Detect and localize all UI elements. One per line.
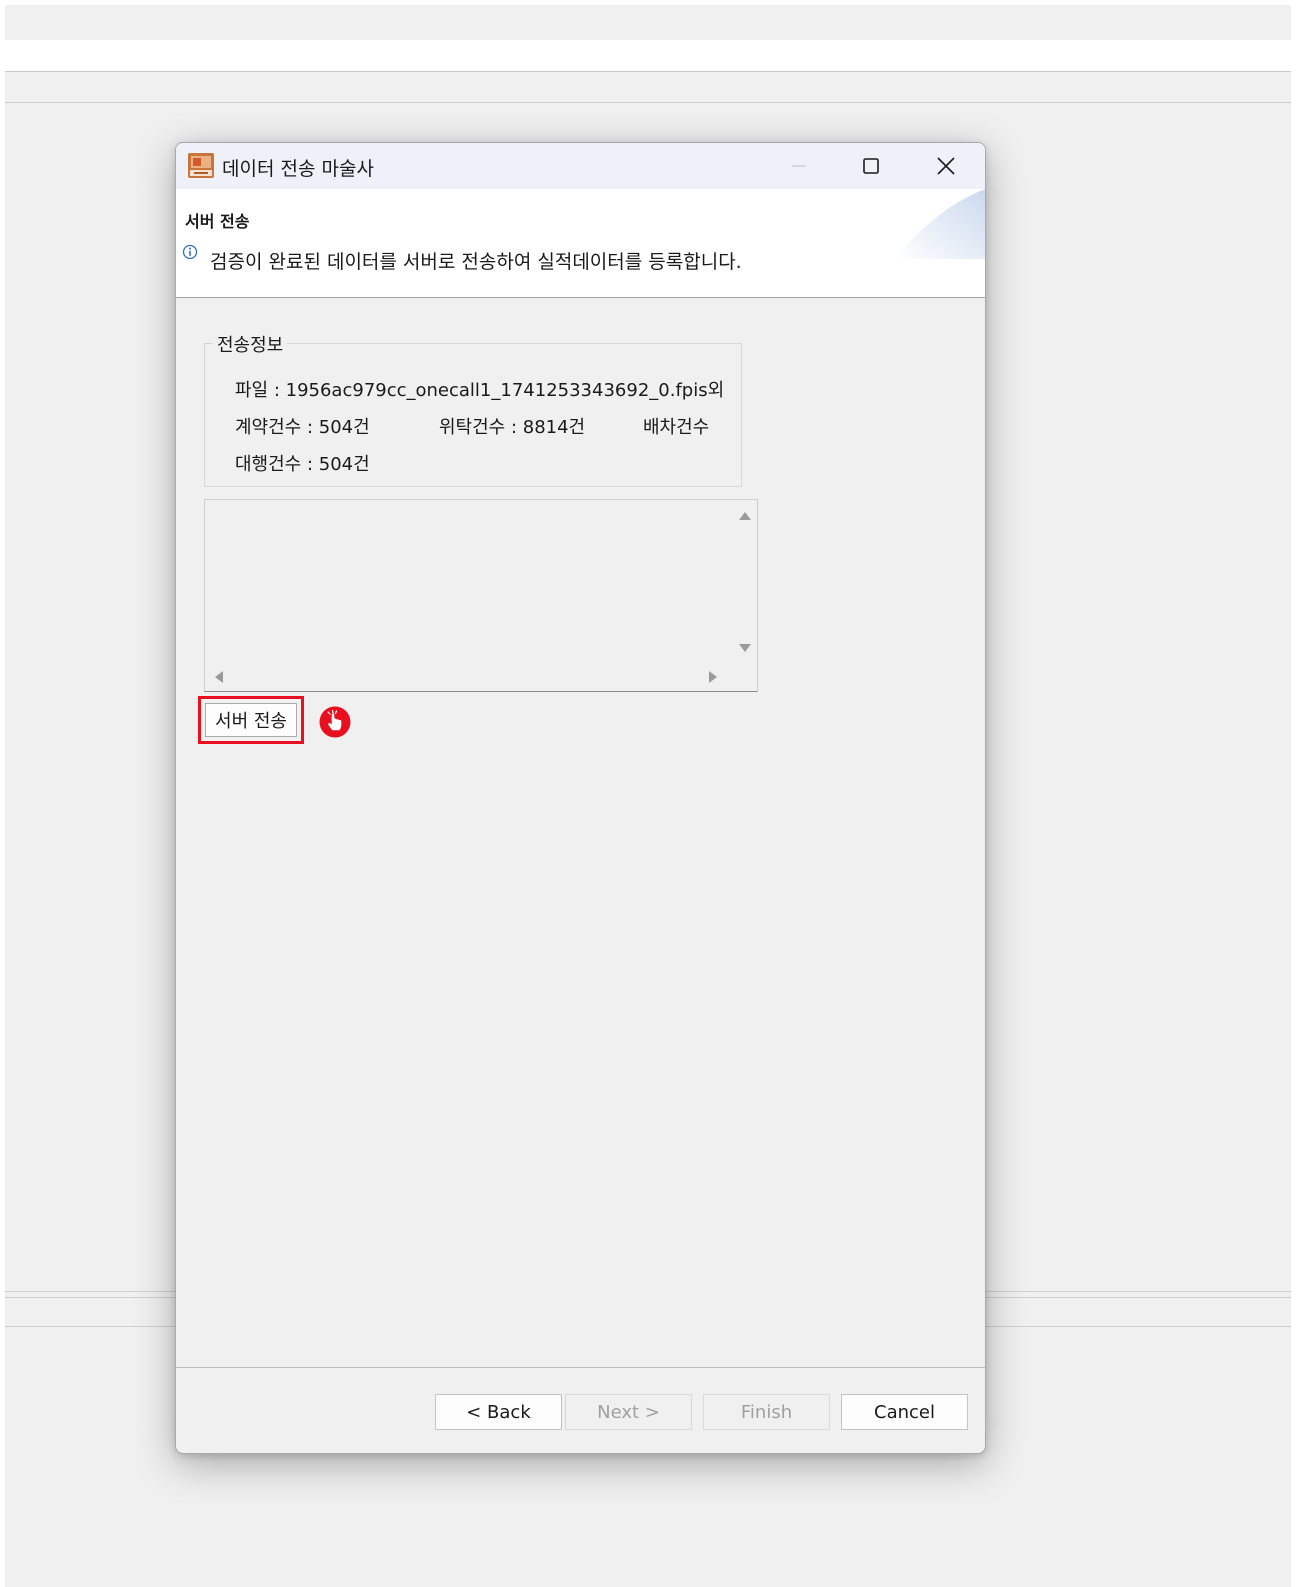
- page-description: 검증이 완료된 데이터를 서버로 전송하여 실적데이터를 등록합니다.: [210, 251, 742, 273]
- horizontal-scrollbar[interactable]: [205, 663, 731, 691]
- scroll-left-arrow-icon[interactable]: [215, 671, 223, 683]
- dispatch-count: 배차건수: [643, 417, 710, 438]
- background-toolbar-band: [5, 40, 1291, 72]
- wizard-page-header: 서버 전송 검증이 완료된 데이터를 서버로 전송하여 실적데이터를 등록합니다…: [176, 189, 985, 298]
- log-textarea[interactable]: [204, 499, 758, 692]
- group-label: 전송정보: [213, 331, 288, 357]
- contract-count: 계약건수 : 504건: [235, 417, 370, 438]
- close-button[interactable]: [910, 143, 982, 189]
- maximize-icon: [863, 158, 879, 174]
- next-button[interactable]: Next >: [565, 1394, 692, 1430]
- page-title: 서버 전송: [185, 212, 250, 231]
- data-transfer-wizard-dialog: 데이터 전송 마술사 서버 전송 검증이 완료된 데이터를 서버로 전송하여 실…: [175, 142, 986, 1454]
- minimize-icon: [792, 165, 806, 167]
- vertical-scrollbar[interactable]: [731, 500, 757, 663]
- close-icon: [937, 157, 955, 175]
- scroll-right-arrow-icon[interactable]: [709, 671, 717, 683]
- cancel-button[interactable]: Cancel: [841, 1394, 968, 1430]
- info-icon: [182, 244, 198, 260]
- scroll-up-arrow-icon[interactable]: [739, 512, 751, 520]
- transfer-info-group: 전송정보 파일 : 1956ac979cc_onecall1_174125334…: [204, 331, 742, 487]
- background-divider: [5, 102, 1291, 103]
- minimize-button[interactable]: [763, 143, 835, 189]
- click-cursor-icon: [319, 706, 351, 738]
- finish-button[interactable]: Finish: [703, 1394, 830, 1430]
- agency-count: 대행건수 : 504건: [235, 454, 370, 475]
- maximize-button[interactable]: [835, 143, 907, 189]
- scrollbar-corner: [731, 663, 757, 691]
- window-title: 데이터 전송 마술사: [222, 158, 374, 180]
- back-button[interactable]: < Back: [435, 1394, 562, 1430]
- footer-separator: [176, 1367, 985, 1368]
- consign-count: 위탁건수 : 8814건: [439, 417, 586, 438]
- scroll-down-arrow-icon[interactable]: [739, 644, 751, 652]
- server-send-button[interactable]: 서버 전송: [205, 703, 297, 737]
- file-info: 파일 : 1956ac979cc_onecall1_1741253343692_…: [235, 380, 725, 401]
- title-bar[interactable]: 데이터 전송 마술사: [176, 143, 985, 189]
- fpis-app-icon: [188, 153, 214, 178]
- header-decoration: [895, 189, 985, 259]
